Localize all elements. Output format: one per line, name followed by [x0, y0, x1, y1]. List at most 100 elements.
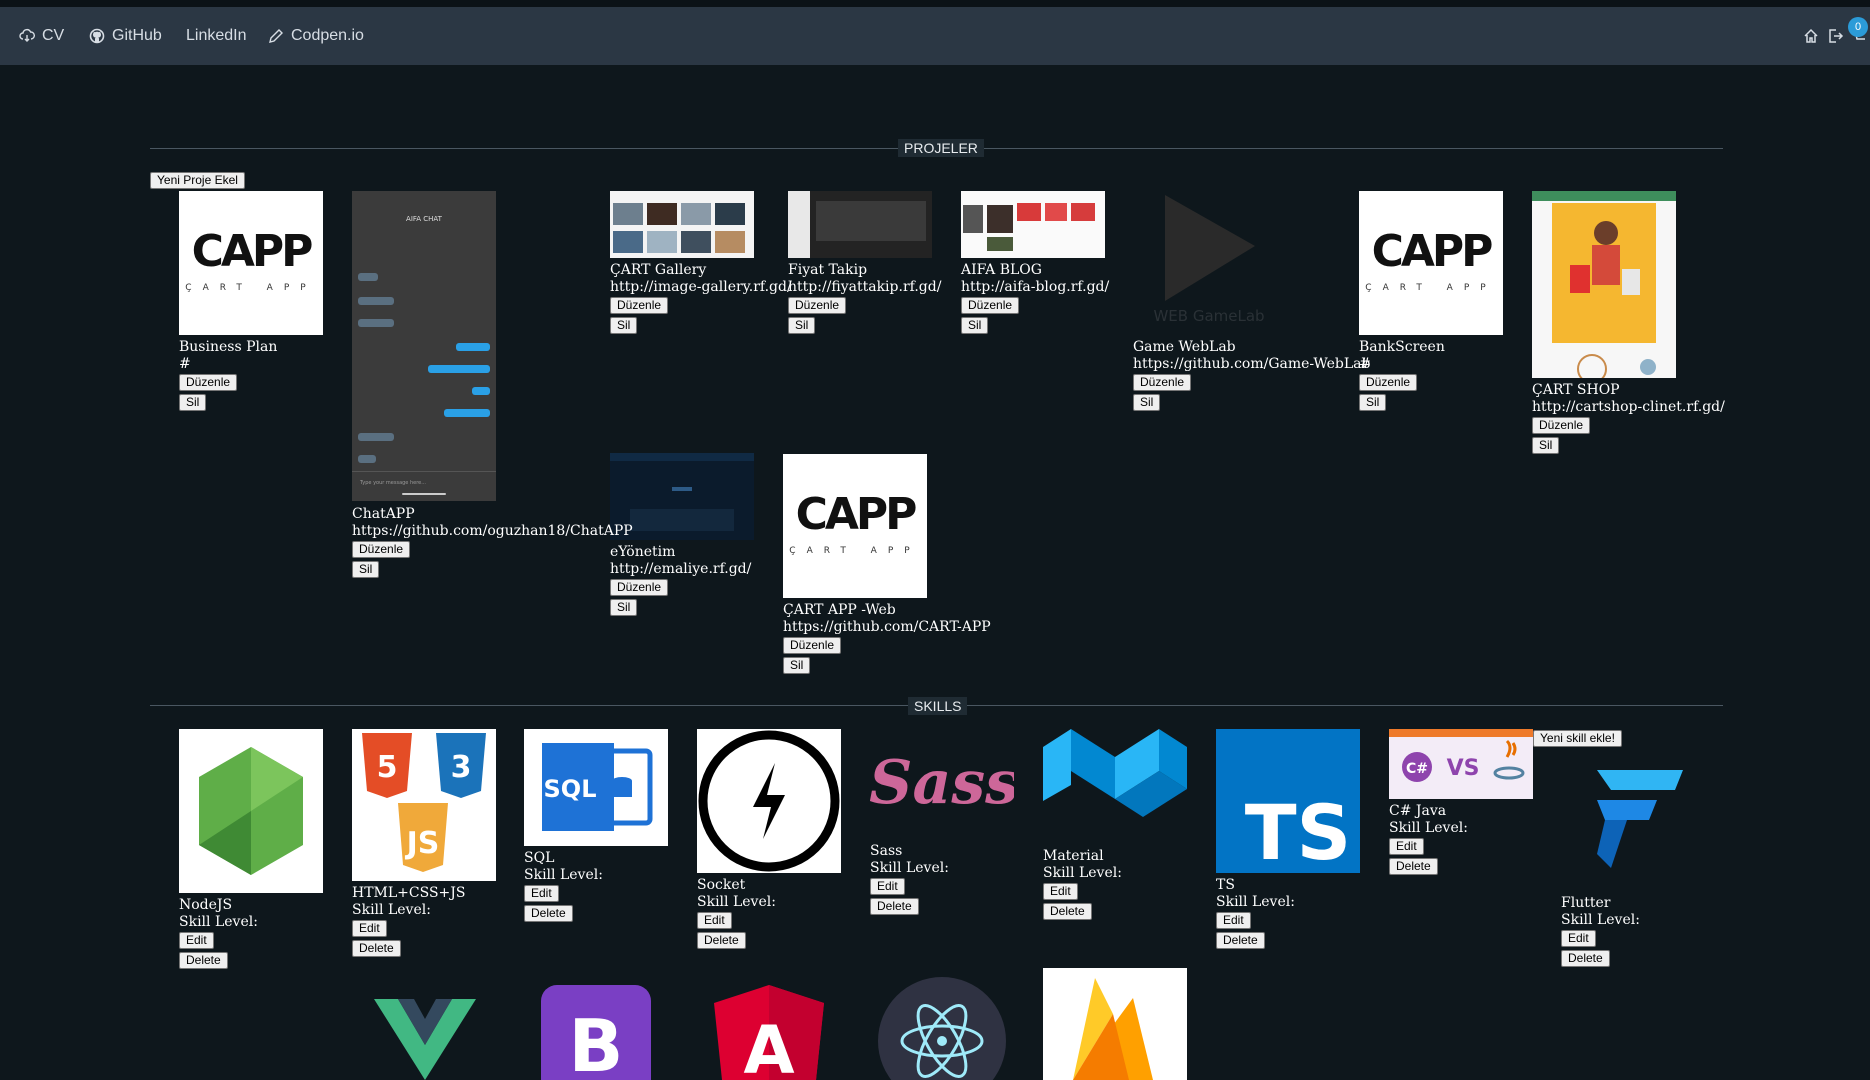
edit-skill-button[interactable]: Edit — [179, 932, 214, 949]
delete-project-button[interactable]: Sil — [788, 317, 816, 334]
project-thumbnail[interactable]: CAPP ÇART APP — [1359, 191, 1503, 335]
delete-skill-button[interactable]: Delete — [697, 932, 746, 949]
delete-skill-button[interactable]: Delete — [1561, 950, 1610, 967]
delete-project-button[interactable]: Sil — [783, 657, 811, 674]
project-url[interactable]: # — [179, 356, 277, 373]
chat-title-text: AIFA CHAT — [406, 215, 443, 223]
delete-project-button[interactable]: Sil — [179, 394, 207, 411]
add-skill-button[interactable]: Yeni skill ekle! — [1533, 730, 1622, 747]
project-thumbnail[interactable] — [1532, 191, 1676, 378]
project-url[interactable]: https://github.com/Game-WebLab — [1133, 356, 1371, 373]
delete-skill-button[interactable]: Delete — [179, 952, 228, 969]
project-thumbnail[interactable]: CAPP ÇART APP — [179, 191, 323, 335]
project-url[interactable]: http://fiyattakip.rf.gd/ — [788, 279, 941, 296]
delete-skill-button[interactable]: Delete — [524, 905, 573, 922]
edit-skill-button[interactable]: Edit — [1389, 838, 1424, 855]
delete-skill-button[interactable]: Delete — [1043, 903, 1092, 920]
edit-project-button[interactable]: Düzenle — [1532, 417, 1591, 434]
logout-icon[interactable] — [1826, 27, 1844, 45]
project-name: AIFA BLOG — [961, 262, 1042, 278]
edit-project-button[interactable]: Düzenle — [961, 297, 1020, 314]
delete-project-button[interactable]: Sil — [1532, 437, 1560, 454]
delete-project-button[interactable]: Sil — [352, 561, 380, 578]
add-project-button[interactable]: Yeni Proje Ekel — [150, 172, 245, 189]
gallery-screenshot-icon — [610, 191, 754, 258]
project-thumbnail[interactable]: AIFA CHAT Type your message here... — [352, 191, 496, 501]
edit-project-button[interactable]: Düzenle — [788, 297, 847, 314]
nav-cv-link[interactable]: CV — [19, 7, 64, 65]
edit-skill-button[interactable]: Edit — [870, 878, 905, 895]
edit-project-button[interactable]: Düzenle — [352, 541, 411, 558]
project-url[interactable]: http://cartshop-clinet.rf.gd/ — [1532, 399, 1725, 416]
nav-github-link[interactable]: GitHub — [89, 7, 162, 65]
home-icon[interactable] — [1802, 27, 1820, 45]
edit-project-button[interactable]: Düzenle — [783, 637, 842, 654]
chat-screenshot-icon: AIFA CHAT Type your message here... — [352, 191, 496, 501]
skill-card: Material Skill Level: Edit Delete — [1043, 848, 1122, 920]
delete-project-button[interactable]: Sil — [1359, 394, 1387, 411]
edit-skill-button[interactable]: Edit — [697, 912, 732, 929]
project-url[interactable]: https://github.com/oguzhan18/ChatAPP — [352, 523, 633, 540]
skills-title: SKILLS — [908, 697, 968, 715]
edit-skill-button[interactable]: Edit — [524, 885, 559, 902]
edit-project-button[interactable]: Düzenle — [610, 297, 669, 314]
project-card: ÇART Gallery http://image-gallery.rf.gd/… — [610, 262, 792, 334]
project-card: Game WebLab https://github.com/Game-WebL… — [1133, 339, 1371, 411]
project-name: ChatAPP — [352, 506, 415, 522]
delete-skill-button[interactable]: Delete — [352, 940, 401, 957]
project-thumbnail[interactable]: WEB GameLab — [1133, 191, 1277, 335]
project-name: BankScreen — [1359, 339, 1445, 355]
project-thumbnail[interactable] — [788, 191, 932, 258]
capp-logo-icon: CAPP ÇART APP — [1365, 226, 1495, 293]
skill-level-label: Skill Level: — [1389, 820, 1468, 836]
edit-skill-button[interactable]: Edit — [352, 920, 387, 937]
svg-text:Sass: Sass — [870, 748, 1014, 818]
nav-codepen-label: Codpen.io — [291, 27, 364, 44]
svg-text:TS: TS — [1245, 788, 1352, 873]
nav-codepen-link[interactable]: Codpen.io — [268, 7, 364, 65]
edit-skill-button[interactable]: Edit — [1216, 912, 1251, 929]
project-url[interactable]: # — [1359, 356, 1445, 373]
github-icon — [89, 28, 105, 44]
project-thumbnail[interactable] — [610, 191, 754, 258]
shop-screenshot-icon — [1532, 191, 1676, 378]
skill-level-label: Skill Level: — [1216, 894, 1295, 910]
delete-project-button[interactable]: Sil — [610, 599, 638, 616]
project-card: AIFA BLOG http://aifa-blog.rf.gd/ Düzenl… — [961, 262, 1109, 334]
skill-level-label: Skill Level: — [1043, 865, 1122, 881]
edit-skill-button[interactable]: Edit — [1561, 930, 1596, 947]
project-thumbnail[interactable] — [961, 191, 1105, 258]
project-card: Fiyat Takip http://fiyattakip.rf.gd/ Düz… — [788, 262, 941, 334]
svg-text:C#: C# — [1406, 761, 1428, 777]
project-url[interactable]: http://aifa-blog.rf.gd/ — [961, 279, 1109, 296]
project-name: eYönetim — [610, 544, 676, 560]
edit-project-button[interactable]: Düzenle — [1359, 374, 1418, 391]
delete-skill-button[interactable]: Delete — [1216, 932, 1265, 949]
delete-project-button[interactable]: Sil — [1133, 394, 1161, 411]
edit-project-button[interactable]: Düzenle — [179, 374, 238, 391]
top-strip — [0, 0, 1870, 7]
nav-linkedin-label: LinkedIn — [186, 27, 247, 44]
price-tracker-screenshot-icon — [788, 191, 932, 258]
edit-project-button[interactable]: Düzenle — [610, 579, 669, 596]
nav-linkedin-link[interactable]: LinkedIn — [186, 7, 247, 65]
project-url[interactable]: http://emaliye.rf.gd/ — [610, 561, 751, 578]
delete-project-button[interactable]: Sil — [961, 317, 989, 334]
project-card: ÇART APP -Web https://github.com/CART-AP… — [783, 602, 991, 674]
electron-icon — [878, 977, 1006, 1080]
project-thumbnail[interactable]: CAPP ÇART APP — [783, 454, 927, 598]
flutter-icon — [1561, 748, 1705, 898]
gamelab-logo-icon: WEB GameLab — [1153, 195, 1265, 325]
projects-title: PROJELER — [898, 139, 984, 157]
edit-project-button[interactable]: Düzenle — [1133, 374, 1192, 391]
skill-card: NodeJS Skill Level: Edit Delete — [179, 897, 258, 969]
svg-text:3: 3 — [451, 750, 472, 785]
delete-project-button[interactable]: Sil — [610, 317, 638, 334]
delete-skill-button[interactable]: Delete — [1389, 858, 1438, 875]
project-url[interactable]: http://image-gallery.rf.gd/ — [610, 279, 792, 296]
edit-skill-button[interactable]: Edit — [1043, 883, 1078, 900]
skill-card: Flutter Skill Level: Edit Delete — [1561, 895, 1640, 967]
delete-skill-button[interactable]: Delete — [870, 898, 919, 915]
project-url[interactable]: https://github.com/CART-APP — [783, 619, 991, 636]
pencil-icon — [269, 29, 283, 43]
